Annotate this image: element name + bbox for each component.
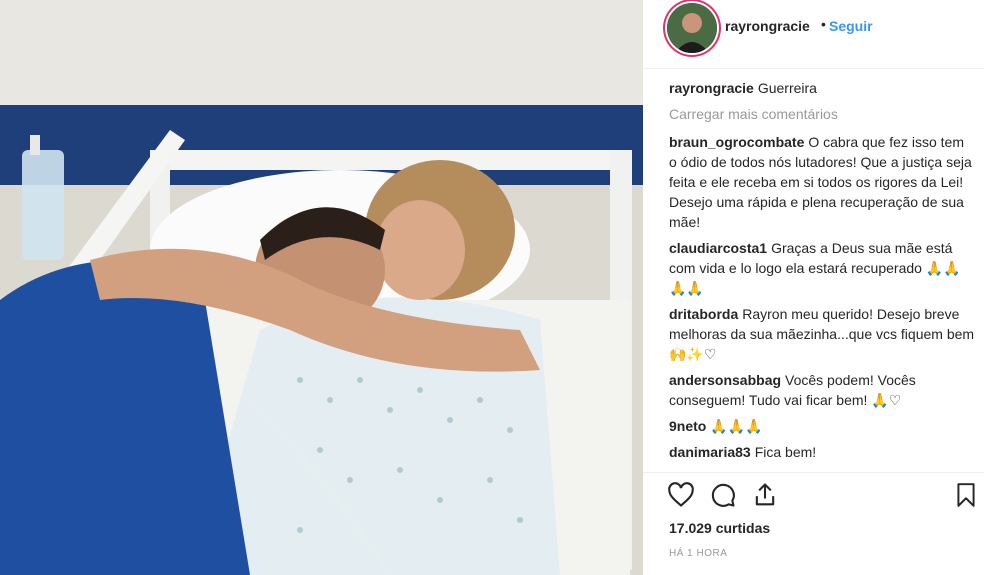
comment-item: andersonsabbag Vocês podem! Vocês consegu… — [669, 370, 975, 410]
comment-text: 🙏🙏🙏 — [710, 418, 763, 434]
post-header: rayrongracie • Seguir — [643, 0, 984, 69]
avatar[interactable] — [667, 3, 717, 53]
bookmark-icon — [957, 483, 975, 507]
load-more-comments-button[interactable]: Carregar mais comentários — [669, 104, 975, 124]
comment-item: dritaborda Rayron meu querido! Desejo bre… — [669, 304, 975, 364]
comment-username[interactable]: claudiarcosta1 — [669, 240, 767, 256]
comment-username[interactable]: 9neto — [669, 418, 706, 434]
caption-text: Guerreira — [757, 80, 817, 96]
hospital-photo-image — [0, 0, 643, 575]
share-button[interactable] — [751, 481, 781, 511]
save-button[interactable] — [953, 481, 983, 511]
comment-text: Fica bem! — [754, 444, 817, 460]
comments-list[interactable]: rayrongracie Guerreira Carregar mais come… — [669, 78, 975, 470]
post-caption: rayrongracie Guerreira — [669, 78, 975, 98]
comment-button[interactable] — [709, 481, 739, 511]
comment-item: braun_ogrocombate O cabra que fez isso te… — [669, 132, 975, 232]
comment-icon — [711, 483, 735, 507]
comment-username[interactable]: braun_ogrocombate — [669, 134, 804, 150]
post-photo[interactable] — [0, 0, 643, 575]
username-link[interactable]: rayrongracie — [725, 18, 810, 34]
like-button[interactable] — [667, 481, 697, 511]
heart-icon — [668, 482, 694, 507]
likes-count[interactable]: 17.029 curtidas — [669, 520, 770, 536]
caption-username[interactable]: rayrongracie — [669, 80, 754, 96]
comment-username[interactable]: dritaborda — [669, 306, 738, 322]
comment-item: 9neto 🙏🙏🙏 — [669, 416, 975, 436]
share-icon — [755, 483, 775, 506]
follow-button[interactable]: Seguir — [829, 18, 873, 34]
comment-item: danimaria83 Fica bem! — [669, 442, 975, 462]
comment-username[interactable]: danimaria83 — [669, 444, 751, 460]
comment-username[interactable]: andersonsabbag — [669, 372, 781, 388]
comment-item: claudiarcosta1 Graças a Deus sua mãe está… — [669, 238, 975, 298]
separator-dot: • — [821, 16, 826, 32]
post-side-panel: rayrongracie • Seguir rayrongracie Guerre… — [643, 0, 984, 575]
avatar-image — [667, 3, 717, 53]
post-timestamp: HÁ 1 HORA — [669, 548, 728, 559]
action-bar — [643, 472, 984, 523]
